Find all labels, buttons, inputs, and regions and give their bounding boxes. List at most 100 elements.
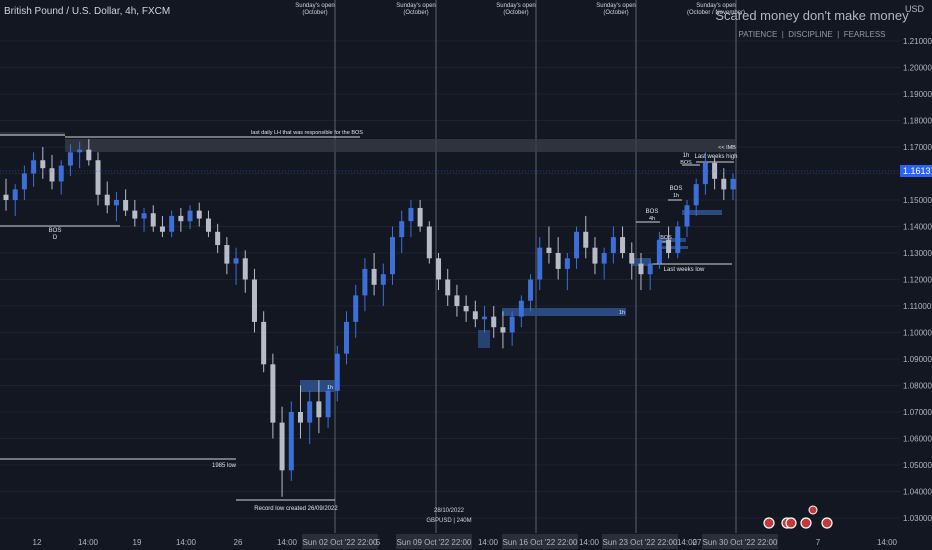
candle-body xyxy=(31,160,37,174)
candle-body xyxy=(12,189,18,200)
candle-body xyxy=(178,215,184,222)
economic-event-icons[interactable] xyxy=(763,505,833,529)
time-tick-label: 14:00 xyxy=(176,538,197,547)
candle-body xyxy=(297,412,303,423)
annotation-label: 1985 low xyxy=(212,463,237,469)
candle-body xyxy=(518,300,524,317)
annotation-label: BOS xyxy=(670,186,683,192)
candle-body xyxy=(371,268,377,285)
candle-body xyxy=(509,316,515,333)
candle-body xyxy=(104,194,110,206)
us-flag-event-icon xyxy=(763,517,775,529)
annotation-label: BOS xyxy=(646,209,659,215)
candle-body xyxy=(270,364,276,423)
price-tick-label: 1.19000 xyxy=(903,90,932,99)
time-tick-label: 7 xyxy=(816,538,821,547)
candle-body xyxy=(610,237,616,253)
candle-body xyxy=(187,210,193,222)
candle-body xyxy=(463,306,469,312)
price-tick-label: 1.09000 xyxy=(903,355,932,364)
price-tick-label: 1.17000 xyxy=(903,143,932,152)
session-open-label: Sunday's open xyxy=(295,3,335,9)
time-tick-label: Sun 30 Oct '22 22:00 xyxy=(703,538,778,547)
annotation-label: 1h xyxy=(673,193,679,199)
candle-body xyxy=(279,422,285,471)
price-tick-label: 1.14000 xyxy=(903,223,932,232)
candle-body xyxy=(647,263,653,275)
annotation-label: 1h xyxy=(619,310,625,316)
session-open-sublabel: (October) xyxy=(603,10,628,16)
candle-body xyxy=(500,327,506,333)
candle-body xyxy=(205,218,211,232)
time-tick-label: 19 xyxy=(133,538,142,547)
time-axis[interactable]: 12 14:00 19 14:00 26 14:00 Sun 02 Oct '22 22:0… xyxy=(33,534,898,549)
candle-body xyxy=(537,247,543,280)
annotation-label: << IMB xyxy=(718,145,736,151)
candle-body xyxy=(67,152,73,166)
candle-body xyxy=(215,231,221,246)
annotation-label: Last weeks low xyxy=(664,267,705,273)
candlestick-chart[interactable]: Sunday's open(October)Sunday's open(Octo… xyxy=(0,0,932,550)
candle-body xyxy=(196,210,202,219)
annotation-label: 4h xyxy=(649,216,655,222)
candle-body xyxy=(95,160,101,195)
candle-body xyxy=(40,160,46,169)
candle-body xyxy=(390,237,396,275)
candle-body xyxy=(150,213,156,227)
candle-body xyxy=(675,226,681,253)
session-open-label: Sunday's open xyxy=(596,3,636,9)
candle-body xyxy=(721,178,727,190)
candle-body xyxy=(261,321,267,365)
price-tick-label: 1.12000 xyxy=(903,276,932,285)
time-tick-label: 14:00 xyxy=(877,538,898,547)
price-tick-label: 1.18000 xyxy=(903,117,932,126)
annotation-label: BOS xyxy=(49,228,62,234)
price-tick-label: 1.03000 xyxy=(903,514,932,523)
candle-body xyxy=(629,253,635,264)
watermark-title: Scared money don't make money xyxy=(715,8,909,23)
price-tick-label: 1.05000 xyxy=(903,461,932,470)
candles xyxy=(3,139,736,497)
candle-body xyxy=(169,215,175,232)
candle-body xyxy=(592,247,598,264)
symbol-title[interactable]: British Pound / U.S. Dollar, 4h, FXCM xyxy=(4,6,170,17)
annotation-label: Record low created 26/09/2022 xyxy=(254,506,338,512)
session-open-label: Sunday's open xyxy=(396,3,436,9)
candle-body xyxy=(445,279,451,296)
session-open-sublabel: (October) xyxy=(302,10,327,16)
candle-body xyxy=(601,253,607,264)
price-tick-label: 1.20000 xyxy=(903,64,932,73)
candle-body xyxy=(325,390,331,418)
candle-body xyxy=(86,149,92,161)
candle-body xyxy=(132,210,138,219)
candle-body xyxy=(436,258,442,280)
candle-body xyxy=(702,162,708,185)
time-tick-label: 14:00 xyxy=(277,538,298,547)
time-tick-label: 26 xyxy=(234,538,243,547)
annotations: last daily LH that was responsible for t… xyxy=(49,130,738,512)
candle-body xyxy=(555,253,561,269)
candle-body xyxy=(564,258,570,269)
candle-body xyxy=(224,245,230,264)
annotation-label: D xyxy=(53,235,58,241)
watermark-subtitle: PATIENCE | DISCIPLINE | FEARLESS xyxy=(738,30,885,39)
price-tick-label: 1.15000 xyxy=(903,196,932,205)
price-axis[interactable]: USD 1.210001.200001.190001.180001.170001… xyxy=(903,4,932,523)
price-tick-label: 1.10000 xyxy=(903,329,932,338)
candle-body xyxy=(77,149,83,153)
session-open-sublabel: (October) xyxy=(403,10,428,16)
candle-body xyxy=(656,239,662,264)
candle-body xyxy=(123,200,129,211)
price-tick-label: 1.13000 xyxy=(903,249,932,258)
time-tick-label: Sun 16 Oct '22 22:00 xyxy=(503,538,578,547)
candle-body xyxy=(380,274,386,285)
candle-body xyxy=(684,205,690,227)
annotation-label: 1h xyxy=(327,385,333,391)
current-price-badge: 1.16137 xyxy=(0,165,932,177)
time-tick-label: 27 xyxy=(693,538,702,547)
candle-body xyxy=(242,258,248,280)
candle-body xyxy=(426,226,432,259)
footer-date: 28/10/2022 xyxy=(434,508,465,514)
candle-body xyxy=(546,247,552,253)
price-tick-label: 1.04000 xyxy=(903,488,932,497)
